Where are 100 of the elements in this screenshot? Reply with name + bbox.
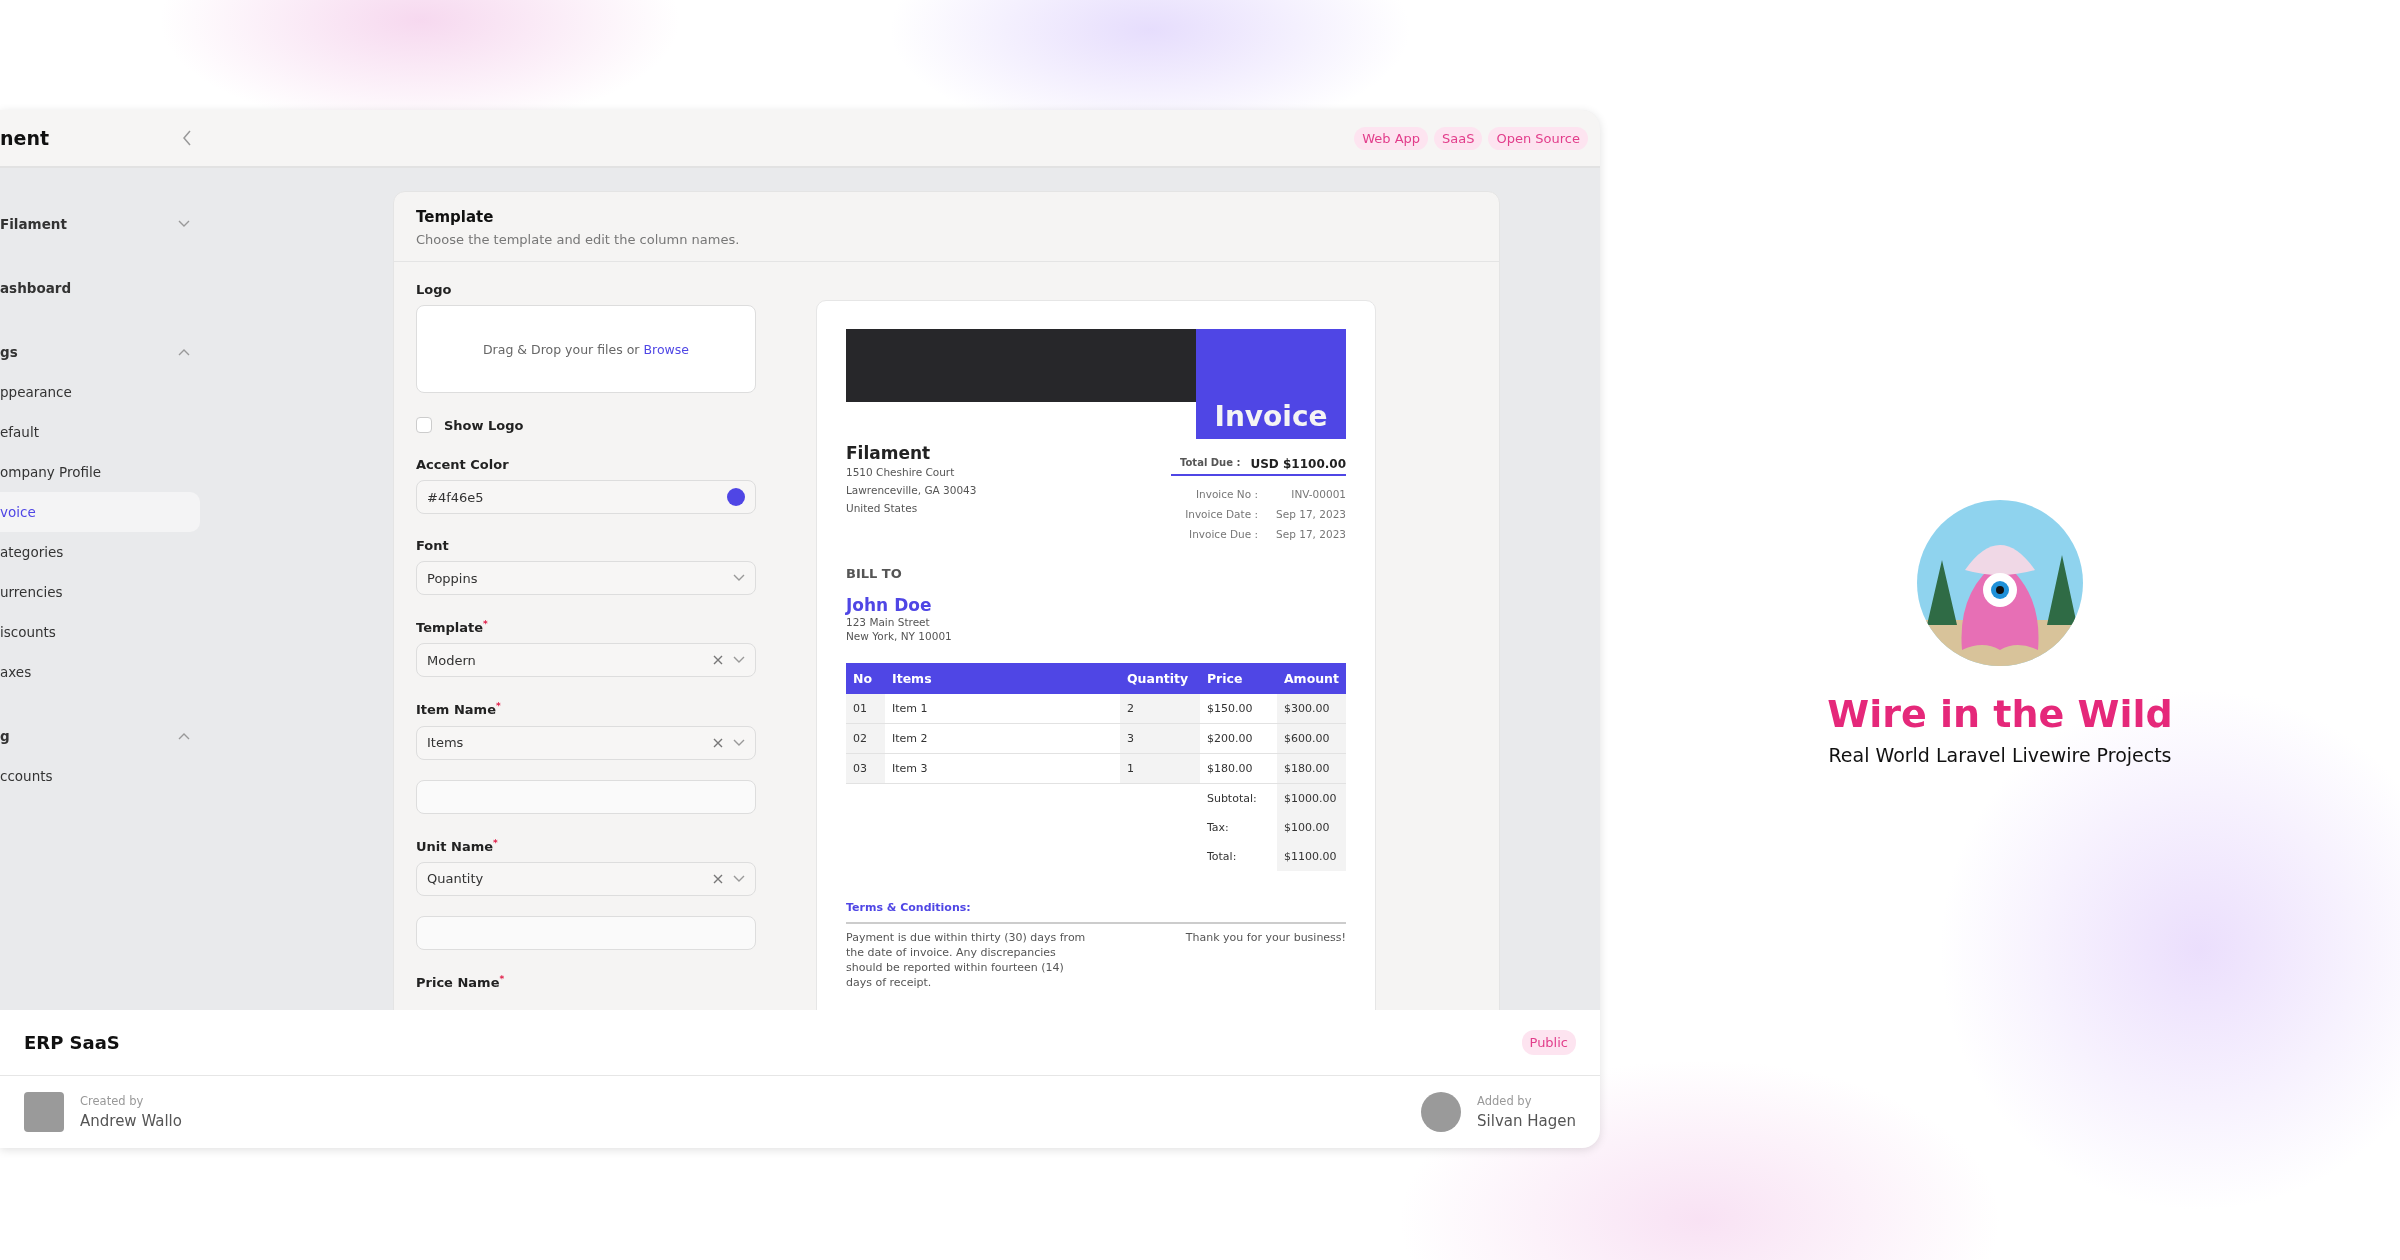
table-cell: 02 [846, 723, 885, 754]
table-cell: Item 3 [885, 753, 1120, 784]
table-cell: Item 1 [885, 694, 1120, 724]
field-label: Template$^{*}$ [416, 619, 489, 636]
table-cell: 1 [1119, 753, 1200, 784]
address-line: 1510 Cheshire Court [846, 465, 956, 480]
meta-value: INV-00001 [1290, 487, 1346, 502]
adder-label: Added by [1477, 1094, 1533, 1108]
terms-text: Payment is due within thirty (30) days from the date of invoice. Any discrepancies should be reported within fourteen (14) days of receipt. [846, 930, 1086, 990]
table-cell: $300.00 [1276, 694, 1346, 724]
meta-label: Invoice Date : [1184, 507, 1258, 522]
tag: SaaS [1434, 126, 1483, 150]
required-mark: * [495, 701, 501, 712]
total-value: $1100.00 [1276, 842, 1346, 871]
clear-icon[interactable] [713, 874, 723, 884]
total-label: Subtotal: [1199, 783, 1277, 813]
creator-label: Created by [80, 1094, 145, 1108]
table-cell: $180.00 [1199, 753, 1277, 784]
adder-name: Silvan Hagen [1477, 1112, 1576, 1130]
input-field[interactable] [416, 779, 756, 814]
chevron-up-icon[interactable] [178, 348, 190, 356]
chevron-up-icon[interactable] [178, 732, 190, 740]
address-line: Lawrenceville, GA 30043 [846, 483, 977, 498]
table-header: Amount [1276, 663, 1346, 694]
invoice-heading: Invoice [1196, 329, 1346, 439]
brand-title: Wire in the Wild [1827, 692, 2173, 736]
total-due-value: USD $1100.00 [1250, 457, 1346, 471]
client-name: John Doe [846, 595, 933, 615]
input-field[interactable] [416, 916, 756, 950]
chevron-down-icon[interactable] [733, 656, 745, 665]
chevron-down-icon[interactable] [733, 574, 745, 582]
table-cell: Item 2 [885, 723, 1120, 754]
address-line: United States [846, 501, 919, 516]
checkbox[interactable] [416, 417, 432, 433]
clear-icon[interactable] [713, 655, 723, 666]
table-cell: 01 [846, 694, 885, 724]
sidebar-group[interactable]: Filament [0, 204, 200, 244]
select-field[interactable]: Quantity [416, 862, 756, 896]
field-label: Font [416, 538, 450, 553]
company-name: Filament [846, 443, 932, 463]
checkbox-label: Show Logo [444, 417, 524, 433]
creator-name: Andrew Wallo [80, 1112, 182, 1130]
required-mark: * [483, 619, 488, 629]
required-mark: * [499, 974, 505, 984]
sidebar-group[interactable]: gs [0, 332, 200, 372]
field-label: Accent Color [416, 457, 510, 472]
table-cell: $600.00 [1276, 723, 1346, 754]
meta-label: Invoice Due : [1188, 527, 1258, 542]
sidebar-item[interactable]: voice [0, 492, 200, 532]
color-field[interactable]: #4f46e5 [416, 480, 756, 514]
collapse-icon[interactable] [182, 130, 192, 146]
bill-to-label: BILL TO [846, 566, 903, 581]
table-header: Price [1199, 663, 1277, 694]
section-title: Template [416, 208, 495, 226]
sidebar-item[interactable]: urrencies [0, 572, 200, 612]
meta-value: Sep 17, 2023 [1275, 527, 1346, 542]
browse-link[interactable]: Browse [643, 341, 689, 357]
file-dropzone[interactable]: Drag & Drop your files or Browse [416, 305, 756, 393]
total-due-label: Total Due : [1180, 457, 1241, 470]
visibility-badge: Public [1521, 1030, 1576, 1055]
sidebar-item[interactable]: ppearance [0, 372, 200, 412]
sidebar-item[interactable]: efault [0, 412, 200, 452]
field-label: Logo [416, 282, 453, 297]
table-header: No [846, 663, 885, 694]
table-cell: $150.00 [1199, 694, 1277, 724]
thanks-text: Thank you for your business! [1185, 930, 1346, 946]
field-label: Unit Name$^{*}$ [416, 837, 499, 854]
table-cell: $200.00 [1199, 723, 1277, 754]
brand-subtitle: Real World Laravel Livewire Projects [1828, 744, 2172, 766]
address-line: 123 Main Street [846, 615, 931, 629]
section-description: Choose the template and edit the column names. [416, 232, 741, 247]
sidebar-group[interactable]: g [0, 716, 200, 756]
select-field[interactable]: Modern [416, 643, 756, 678]
avatar-placeholder [1421, 1092, 1462, 1132]
tag: Open Source [1488, 126, 1588, 150]
chevron-down-icon[interactable] [178, 220, 190, 228]
table-cell: $180.00 [1276, 753, 1346, 784]
chevron-down-icon[interactable] [733, 738, 745, 747]
tag: Web App [1354, 126, 1429, 150]
field-label: Price Name [416, 975, 500, 991]
sidebar-item[interactable]: axes [0, 652, 200, 692]
sidebar-item[interactable]: ategories [0, 532, 200, 572]
sidebar-item[interactable]: ashboard [0, 268, 200, 308]
sidebar-item[interactable]: ccounts [0, 756, 200, 796]
table-header: Items [885, 663, 1120, 694]
address-line: New York, NY 10001 [846, 629, 953, 643]
select-field[interactable]: Poppins [416, 561, 756, 595]
total-value: $1000.00 [1276, 783, 1346, 813]
table-cell: 2 [1119, 694, 1200, 724]
select-field[interactable]: Items [416, 725, 756, 760]
sidebar-item[interactable]: ompany Profile [0, 452, 200, 492]
terms-title: Terms & Conditions: [846, 901, 1346, 924]
sidebar-item[interactable]: iscounts [0, 612, 200, 652]
meta-value: Sep 17, 2023 [1275, 507, 1346, 522]
avatar-placeholder [24, 1092, 64, 1132]
chevron-down-icon[interactable] [733, 875, 745, 883]
field-label: Item Name$^{*}$ [416, 701, 502, 718]
table-header: Quantity [1119, 663, 1200, 694]
app-title: nent [0, 127, 50, 149]
clear-icon[interactable] [713, 737, 723, 748]
